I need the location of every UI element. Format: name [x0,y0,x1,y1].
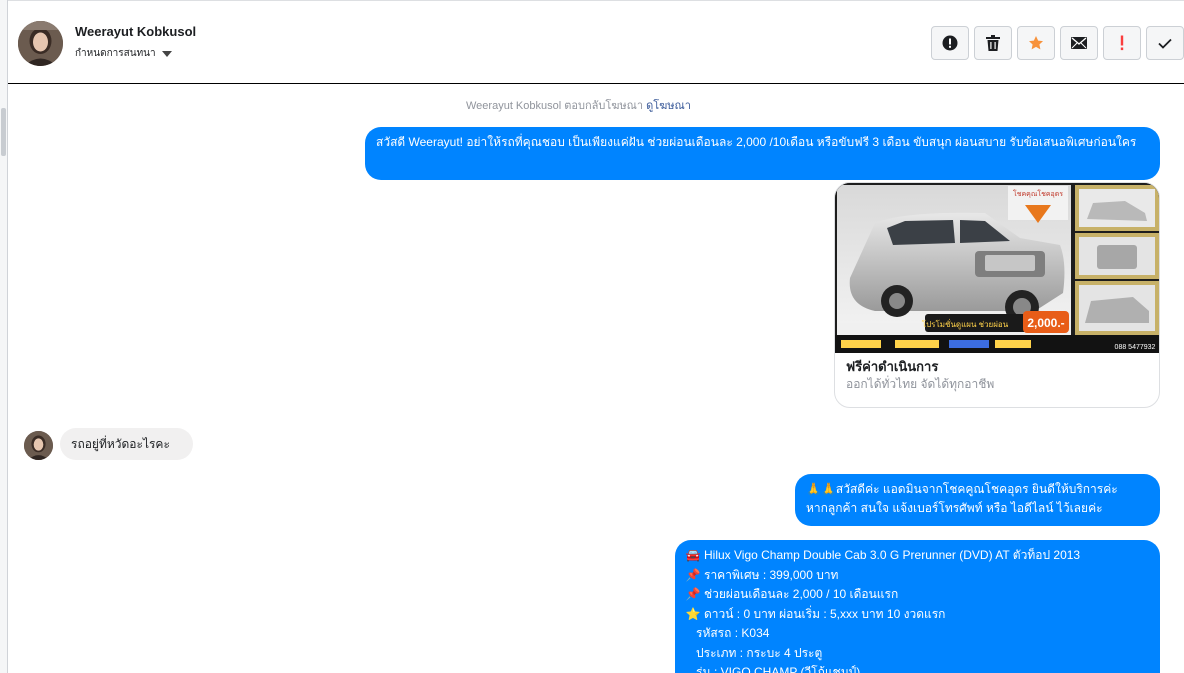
mark-unread-button[interactable] [1060,26,1098,60]
car-detail-line: ⭐ ดาวน์ : 0 บาท ผ่อนเริ่ม : 5,xxx บาท 10 … [686,605,1149,625]
car-detail-line: 🚘 Hilux Vigo Champ Double Cab 3.0 G Preru… [686,546,1149,566]
left-scrollbar[interactable] [0,0,8,673]
ad-image-caption: โปรโมชั่นดูแผน ช่วยผ่อน [922,318,1009,330]
star-button[interactable] [1017,26,1055,60]
ad-badge-price: 2,000.- [1027,316,1064,330]
scrollbar-thumb[interactable] [1,108,6,156]
contact-avatar[interactable] [18,21,63,66]
ad-reply-notice: Weerayut Kobkusol ตอบกลับโฆษณา ดูโฆษณา [466,96,691,114]
action-toolbar [931,26,1184,60]
ad-card-title: ฟรีค่าดำเนินการ [846,359,939,374]
car-detail-text: Hilux Vigo Champ Double Cab 3.0 G Prerun… [704,548,1081,563]
ad-reply-text: Weerayut Kobkusol ตอบกลับโฆษณา [466,100,644,112]
delete-button[interactable] [974,26,1012,60]
car-emoji-icon: 🚘 [685,548,701,563]
ad-card-image: โชคคุณโชคอุดร โปรโมชั่นดูแผน ช่วยผ่อน 2,… [835,183,1159,353]
admin-welcome-message[interactable]: 🙏🙏สวัสดีค่ะ แอดมินจากโชคคูณโชคอุดร ยินดี… [795,474,1160,526]
mark-done-button[interactable] [1146,26,1184,60]
ad-image-phone: 088 5477932 [1115,344,1156,351]
message-thread[interactable]: Weerayut Kobkusol ตอบกลับโฆษณา ดูโฆษณา สว… [8,85,1184,673]
car-detail-text: ราคาพิเศษ : 399,000 บาท [704,567,839,582]
pin-emoji-icon: 📌 [685,567,701,582]
spam-report-button[interactable] [931,26,969,60]
trash-icon [986,35,1000,51]
assign-label: กำหนดการสนทนา [75,48,156,59]
star-emoji-icon: ⭐ [685,606,701,621]
admin-welcome-line2: หากลูกค้า สนใจ แจ้งเบอร์โทรศัพท์ หรือ ไอ… [806,501,1103,515]
admin-welcome-line1: 🙏🙏สวัสดีค่ะ แอดมินจากโชคคูณโชคอุดร ยินดี… [806,482,1118,496]
car-detail-text: ช่วยผ่อนเดือนละ 2,000 / 10 เดือนแรก [704,587,899,602]
star-icon [1029,36,1043,50]
ad-card-subtitle: ออกได้ทั่วไทย จัดได้ทุกอาชีพ [846,377,995,391]
ad-greeting-message[interactable]: สวัสดี Weerayut! อย่าให้รถที่คุณชอบ เป็น… [365,127,1160,180]
alert-circle-icon [942,35,958,51]
conversation-header: Weerayut Kobkusol กำหนดการสนทนา [8,4,1184,84]
pin-emoji-icon: 📌 [685,587,701,602]
car-detail-line: ประเภท : กระบะ 4 ประตู [686,644,1149,664]
check-icon [1158,38,1172,49]
mark-important-button[interactable] [1103,26,1141,60]
exclamation-icon [1120,35,1124,51]
car-detail-line: 📌 ราคาพิเศษ : 399,000 บาท [686,566,1149,586]
customer-avatar[interactable] [24,431,53,460]
car-detail-text: ประเภท : กระบะ 4 ประตู [696,645,823,660]
envelope-icon [1071,37,1087,49]
car-detail-line: รุ่น : VIGO CHAMP (วีโก้แชมป์) [686,663,1149,673]
assign-conversation-dropdown[interactable]: กำหนดการสนทนา [75,46,172,61]
car-details-message[interactable]: 🚘 Hilux Vigo Champ Double Cab 3.0 G Preru… [675,540,1160,673]
view-ad-link[interactable]: ดูโฆษณา [646,100,691,112]
customer-question-message[interactable]: รถอยู่ที่หวัดอะไรคะ [60,428,193,460]
contact-name[interactable]: Weerayut Kobkusol [75,24,196,39]
car-detail-line: 📌 ช่วยผ่อนเดือนละ 2,000 / 10 เดือนแรก [686,585,1149,605]
car-detail-text: รุ่น : VIGO CHAMP (วีโก้แชมป์) [696,665,861,673]
car-photo-collage: โชคคุณโชคอุดร โปรโมชั่นดูแผน ช่วยผ่อน 2,… [835,183,1159,353]
ad-card[interactable]: โชคคุณโชคอุดร โปรโมชั่นดูแผน ช่วยผ่อน 2,… [834,182,1160,408]
car-detail-text: รหัสรถ : K034 [696,626,770,641]
car-detail-line: รหัสรถ : K034 [686,624,1149,644]
car-detail-text: ดาวน์ : 0 บาท ผ่อนเริ่ม : 5,xxx บาท 10 ง… [704,606,946,621]
caret-down-icon [161,50,172,57]
ad-image-headline: โชคคุณโชคอุดร [1013,189,1063,198]
